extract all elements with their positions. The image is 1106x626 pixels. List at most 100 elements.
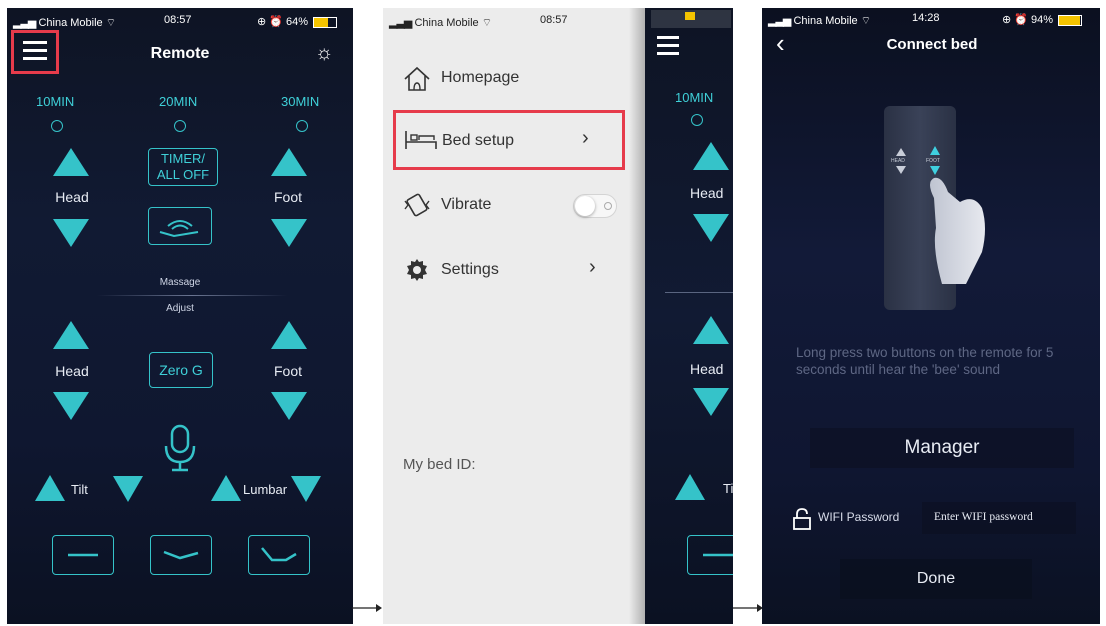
remote-foot-up-icon: [930, 146, 940, 155]
microphone-icon[interactable]: [160, 424, 200, 474]
timer-10min-radio[interactable]: [51, 120, 63, 132]
head-up-button-2[interactable]: [53, 321, 89, 349]
light-bulb-icon[interactable]: ☼: [315, 42, 333, 65]
antisnore-bed-icon: [163, 550, 199, 560]
zero-g-button[interactable]: Zero G: [149, 352, 213, 388]
flow-arrow-icon: [352, 604, 382, 612]
timer-20min-radio[interactable]: [174, 120, 186, 132]
head-down-button[interactable]: [53, 219, 89, 247]
head-up-button[interactable]: [53, 148, 89, 176]
pressing-hand-icon: [930, 177, 985, 284]
menu-item-vibrate[interactable]: Vibrate: [403, 191, 628, 221]
head-down-button-2[interactable]: [693, 388, 729, 416]
remote-head-down-icon: [896, 166, 906, 174]
menu-label-settings: Settings: [441, 261, 499, 278]
timer-all-off-button[interactable]: TIMER/ ALL OFF: [148, 148, 218, 186]
preset-flat-button[interactable]: [687, 535, 733, 575]
timer-10min-label: 10MIN: [675, 90, 714, 105]
wifi-password-label: WIFI Password: [818, 510, 900, 524]
status-battery: ⊕ ⏰ 94%: [1002, 13, 1083, 26]
timer-30min-label: 30MIN: [281, 94, 320, 109]
head-up-button-2[interactable]: [693, 316, 729, 344]
instructions-text: Long press two buttons on the remote for…: [796, 345, 1054, 377]
status-time: 08:57: [540, 14, 568, 26]
tilt-down-button[interactable]: [113, 476, 143, 502]
head-label-2: Head: [55, 363, 89, 379]
massage-button[interactable]: [148, 207, 212, 245]
head-label: Head: [55, 189, 89, 205]
battery-icon: [685, 12, 695, 20]
page-title: Connect bed: [886, 36, 978, 53]
status-battery: ⊕ ⏰ 64%: [257, 15, 338, 28]
unlock-icon: [793, 508, 811, 530]
done-button[interactable]: Done: [840, 559, 1032, 599]
flow-arrow-icon: [733, 604, 763, 612]
flat-bed-icon: [703, 553, 733, 557]
back-chevron-icon[interactable]: ‹: [776, 30, 785, 56]
lounge-bed-icon: [261, 547, 297, 562]
timer-20min-label: 20MIN: [159, 94, 198, 109]
preset-lounge-button[interactable]: [248, 535, 310, 575]
foot-down-button[interactable]: [271, 219, 307, 247]
tilt-label: Tilt: [71, 482, 88, 497]
massage-icon: [159, 220, 199, 238]
menu-label-bed-setup: Bed setup: [442, 132, 515, 149]
wifi-password-input[interactable]: Enter WIFI password: [922, 502, 1076, 534]
remote-screen-behind: 10MIN Head Head Ti: [645, 8, 733, 624]
timer-all-off-line2: ALL OFF: [156, 167, 210, 182]
head-up-button[interactable]: [693, 142, 729, 170]
hamburger-menu-icon[interactable]: [657, 36, 679, 55]
manager-label: Manager: [810, 428, 1074, 468]
home-icon: [404, 66, 430, 91]
foot-up-button[interactable]: [271, 148, 307, 176]
bed-icon: [405, 131, 437, 149]
menu-item-homepage[interactable]: Homepage: [403, 64, 623, 94]
head-down-button-2[interactable]: [53, 392, 89, 420]
flat-bed-icon: [68, 553, 98, 557]
lumbar-label: Lumbar: [243, 482, 288, 497]
lumbar-up-button[interactable]: [211, 475, 241, 501]
massage-section-label: Massage: [159, 277, 201, 288]
tilt-up-button[interactable]: [675, 474, 705, 500]
foot-label-2: Foot: [273, 363, 302, 379]
wifi-password-placeholder: Enter WIFI password: [934, 511, 1033, 523]
menu-item-settings[interactable]: Settings ›: [403, 256, 603, 286]
tilt-label: Ti: [723, 481, 733, 496]
remote-head-label: HEAD: [891, 158, 905, 164]
vibrate-toggle[interactable]: [573, 194, 617, 218]
menu-item-bed-setup[interactable]: Bed setup ›: [393, 110, 625, 170]
chevron-right-icon: ›: [582, 127, 589, 149]
foot-up-button-2[interactable]: [271, 321, 307, 349]
foot-label: Foot: [273, 189, 302, 205]
head-label-2: Head: [690, 361, 724, 377]
remote-head-up-icon: [896, 148, 906, 156]
timer-10min-radio[interactable]: [691, 114, 703, 126]
bed-id-label: My bed ID:: [403, 456, 476, 473]
status-time: 08:57: [164, 14, 192, 26]
tilt-up-button[interactable]: [35, 475, 65, 501]
gear-icon: [407, 259, 427, 281]
connect-bed-screen: ▂▃▅ China Mobile ⌔ 14:28 ⊕ ⏰ 94% ‹ Conne…: [762, 8, 1100, 624]
timer-all-off-line1: TIMER/: [160, 151, 206, 166]
remote-screen: ▂▃▅ China Mobile ⌔ 08:57 ⊕ ⏰ 64% Remote …: [7, 8, 353, 624]
foot-down-button-2[interactable]: [271, 392, 307, 420]
head-down-button[interactable]: [693, 214, 729, 242]
status-time: 14:28: [912, 12, 940, 24]
preset-antisnore-button[interactable]: [150, 535, 212, 575]
vibrate-icon: [404, 193, 430, 217]
chevron-right-icon: ›: [589, 256, 596, 278]
status-carrier: ▂▃▅ China Mobile ⌔: [389, 17, 493, 29]
remote-foot-label: FOOT: [926, 158, 940, 164]
drawer-shadow: [629, 8, 645, 624]
adjust-section-label: Adjust: [166, 303, 194, 314]
hamburger-menu-icon[interactable]: [23, 41, 47, 60]
lumbar-down-button[interactable]: [291, 476, 321, 502]
preset-flat-button[interactable]: [52, 535, 114, 575]
section-divider: [97, 295, 287, 296]
menu-label-homepage: Homepage: [441, 69, 520, 86]
menu-label-vibrate: Vibrate: [441, 196, 492, 213]
timer-30min-radio[interactable]: [296, 120, 308, 132]
head-label: Head: [690, 185, 724, 201]
status-carrier: ▂▃▅ China Mobile ⌔: [13, 17, 117, 29]
status-carrier: ▂▃▅ China Mobile ⌔: [768, 15, 872, 27]
